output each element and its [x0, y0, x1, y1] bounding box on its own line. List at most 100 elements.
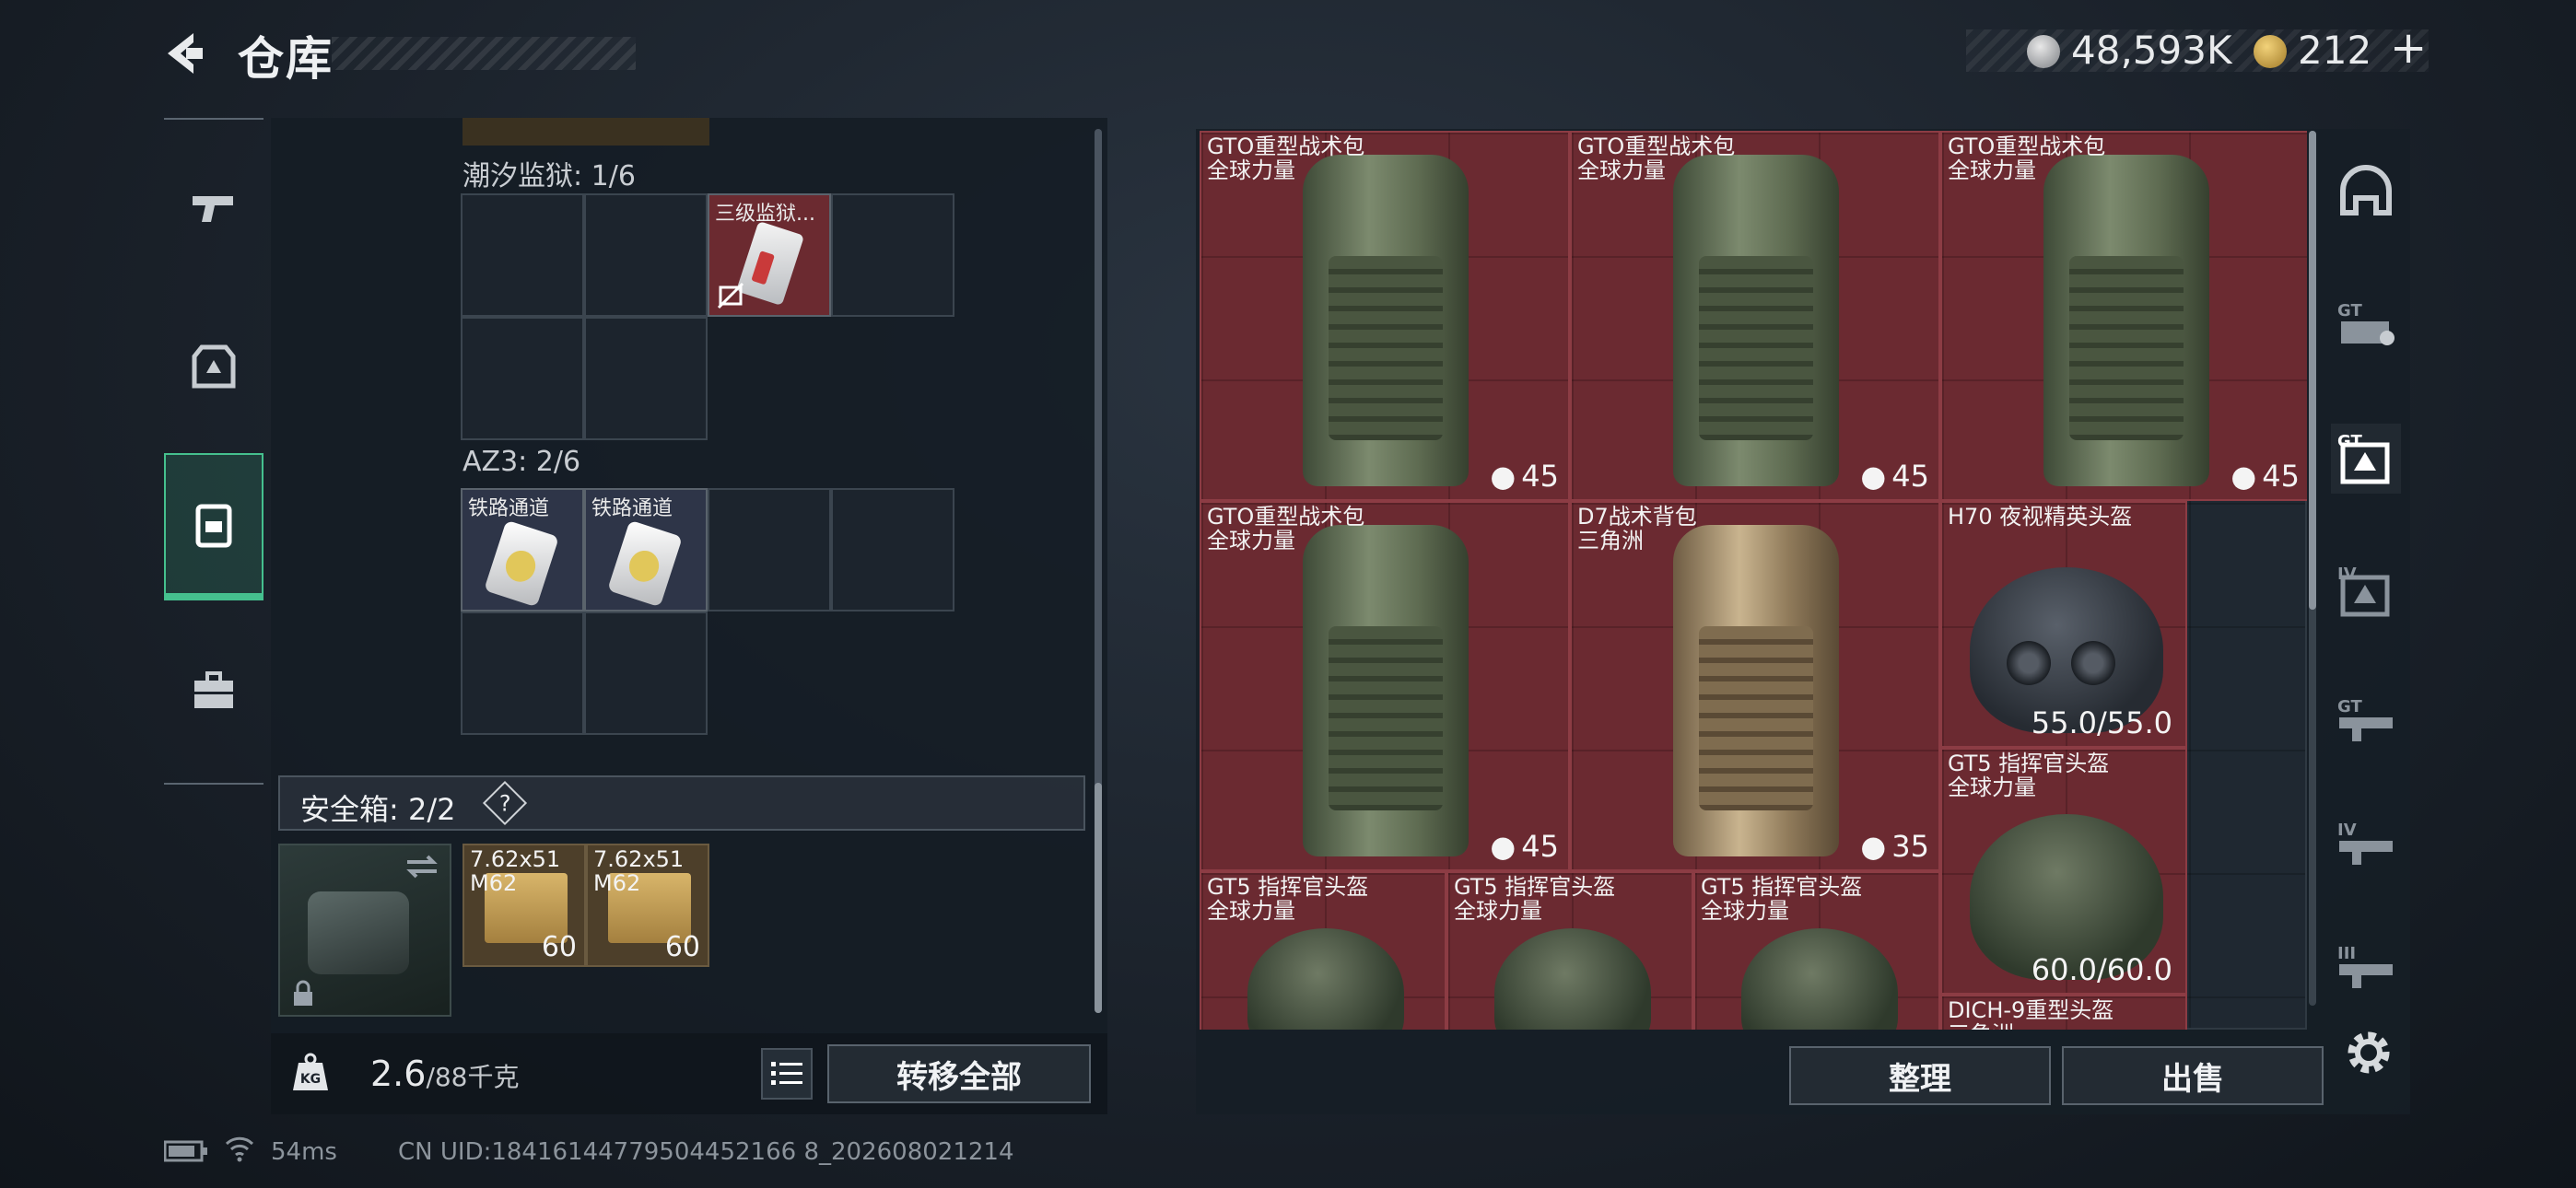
- item-name: 铁路通道: [468, 497, 550, 520]
- container-label-az3: AZ3: 2/6: [463, 446, 581, 478]
- stash-item-gto-backpack[interactable]: GTO重型战术包 全球力量 ● 45: [1200, 131, 1570, 501]
- rail-item-backpacks[interactable]: [164, 453, 263, 600]
- gt-armor-icon: GT: [2337, 432, 2390, 484]
- list-view-button[interactable]: [761, 1048, 813, 1100]
- previous-container-edge: [463, 118, 709, 146]
- empty-slot[interactable]: [708, 488, 831, 611]
- lock-icon: [294, 980, 312, 1006]
- side-tab-iii-rifle[interactable]: III: [2331, 934, 2401, 1004]
- item-faction: 全球力量: [1207, 157, 1295, 183]
- stash-item-gto-backpack[interactable]: GTO重型战术包 全球力量 ● 45: [1200, 501, 1570, 871]
- safe-case-image: [308, 891, 409, 974]
- transfer-all-button[interactable]: 转移全部: [827, 1044, 1091, 1103]
- weight-icon: KG: [293, 1053, 328, 1090]
- gt-backpack-icon: GT: [2337, 301, 2395, 345]
- stash-item-gt5-helmet[interactable]: GT5 指挥官头盔 全球力量 60.0/60.0: [1940, 748, 2187, 995]
- case-icon: [194, 671, 233, 708]
- capacity-icon: ●: [1490, 459, 1516, 494]
- svg-text:GT: GT: [2337, 301, 2362, 320]
- item-name: GTO重型战术包: [1948, 134, 2106, 159]
- side-tab-prison[interactable]: [2331, 162, 2401, 232]
- empty-slot[interactable]: [831, 488, 954, 611]
- rail-item-weapons[interactable]: [164, 134, 263, 282]
- ammo-count: 60: [541, 931, 577, 963]
- help-icon[interactable]: ?: [482, 780, 528, 826]
- side-tab-iv-armor[interactable]: IV: [2331, 556, 2401, 626]
- settings-gear-icon[interactable]: [2340, 1024, 2397, 1081]
- empty-slot[interactable]: [461, 193, 584, 317]
- help-label: ?: [498, 790, 511, 816]
- item-faction: 三角洲: [1577, 528, 1644, 553]
- svg-text:KG: KG: [300, 1072, 321, 1087]
- empty-slot[interactable]: [584, 193, 708, 317]
- key-image: [484, 519, 559, 608]
- container-grid-prison: 三级监狱...: [461, 193, 958, 442]
- safe-case-slot[interactable]: [278, 844, 451, 1017]
- page-title: 仓库: [238, 32, 334, 86]
- side-tab-gt-backpack[interactable]: GT: [2331, 289, 2401, 359]
- backpack-image: [1303, 155, 1469, 486]
- backpack-image: [1673, 525, 1839, 856]
- item-faction: 全球力量: [1701, 898, 1789, 924]
- prison-helmet-icon: [2340, 165, 2392, 215]
- capacity-icon: ●: [1490, 829, 1516, 864]
- silver-balance: 48,593K: [2071, 28, 2232, 73]
- iv-rifle-icon: IV: [2337, 821, 2393, 865]
- weight-readout: 2.6/88千克: [370, 1054, 520, 1094]
- backpack-image: [2043, 155, 2209, 486]
- empty-slot[interactable]: [584, 317, 708, 440]
- item-name: D7战术背包: [1577, 504, 1697, 530]
- side-tab-gt-rifle[interactable]: GT: [2331, 687, 2401, 757]
- swap-icon[interactable]: [404, 853, 440, 880]
- stash-item-gt5-helmet[interactable]: GT5 指挥官头盔 全球力量: [1200, 871, 1446, 1030]
- svg-text:IV: IV: [2337, 565, 2357, 584]
- item-faction: 全球力量: [1207, 898, 1295, 924]
- item-faction: 全球力量: [1948, 157, 2036, 183]
- svg-text:IV: IV: [2337, 821, 2357, 840]
- left-scroll-thumb[interactable]: [1095, 783, 1102, 1013]
- stash-item-h70-helmet[interactable]: H70 夜视精英头盔 55.0/55.0: [1940, 501, 2187, 748]
- item-name: 三级监狱...: [715, 203, 815, 226]
- capacity: ● 45: [2231, 459, 2300, 494]
- item-name: H70 夜视精英头盔: [1948, 504, 2133, 530]
- item-faction: 三角洲: [1948, 1022, 2014, 1030]
- stash-item-gto-backpack[interactable]: GTO重型战术包 全球力量 ● 45: [1940, 131, 2307, 501]
- add-currency-button[interactable]: +: [2390, 22, 2427, 74]
- item-name: 铁路通道: [591, 497, 673, 520]
- side-tab-iv-rifle[interactable]: IV: [2331, 810, 2401, 880]
- battery-icon: [164, 1140, 207, 1162]
- empty-slot[interactable]: [831, 193, 954, 317]
- ping-readout: 54ms: [271, 1138, 337, 1166]
- stash-item-dich9-helmet[interactable]: DICH-9重型头盔 三角洲: [1940, 995, 2187, 1030]
- stash-grid: GTO重型战术包 全球力量 ● 45 GTO重型战术包 全球力量 ● 45 GTO重…: [1200, 131, 2307, 1030]
- iv-armor-icon: IV: [2337, 565, 2390, 617]
- sell-button[interactable]: 出售: [2062, 1046, 2324, 1105]
- capacity-icon: ●: [1860, 459, 1887, 494]
- item-prison-keycard[interactable]: 三级监狱...: [708, 193, 831, 317]
- stash-scroll-thumb[interactable]: [2309, 131, 2316, 610]
- rail-item-armor[interactable]: [164, 293, 263, 440]
- empty-slot[interactable]: [584, 611, 708, 735]
- stash-item-gto-backpack[interactable]: GTO重型战术包 全球力量 ● 45: [1570, 131, 1940, 501]
- stash-item-gt5-helmet[interactable]: GT5 指挥官头盔 全球力量: [1446, 871, 1693, 1030]
- back-arrow-icon[interactable]: [158, 28, 210, 79]
- stash-item-gt5-helmet[interactable]: GT5 指挥官头盔 全球力量: [1693, 871, 1940, 1030]
- sort-button[interactable]: 整理: [1789, 1046, 2051, 1105]
- item-railway-key[interactable]: 铁路通道: [461, 488, 584, 611]
- capacity-icon: ●: [1860, 829, 1887, 864]
- item-name: GTO重型战术包: [1207, 134, 1365, 159]
- item-name: DICH-9重型头盔: [1948, 997, 2114, 1023]
- container-label-prison: 潮汐监狱: 1/6: [463, 160, 636, 192]
- rail-item-cases[interactable]: [164, 617, 263, 764]
- ammo-item[interactable]: 7.62x51 M62 60: [463, 844, 586, 967]
- svg-text:III: III: [2337, 944, 2356, 963]
- empty-slot[interactable]: [461, 611, 584, 735]
- item-railway-key[interactable]: 铁路通道: [584, 488, 708, 611]
- stash-item-d7-backpack[interactable]: D7战术背包 三角洲 ● 35: [1570, 501, 1940, 871]
- safebox-label: 安全箱: 2/2: [300, 792, 456, 827]
- keycard-image: [735, 220, 805, 307]
- side-tab-gt-armor[interactable]: GT: [2331, 424, 2401, 494]
- item-faction: 全球力量: [1577, 157, 1666, 183]
- ammo-item[interactable]: 7.62x51 M62 60: [586, 844, 709, 967]
- empty-slot[interactable]: [461, 317, 584, 440]
